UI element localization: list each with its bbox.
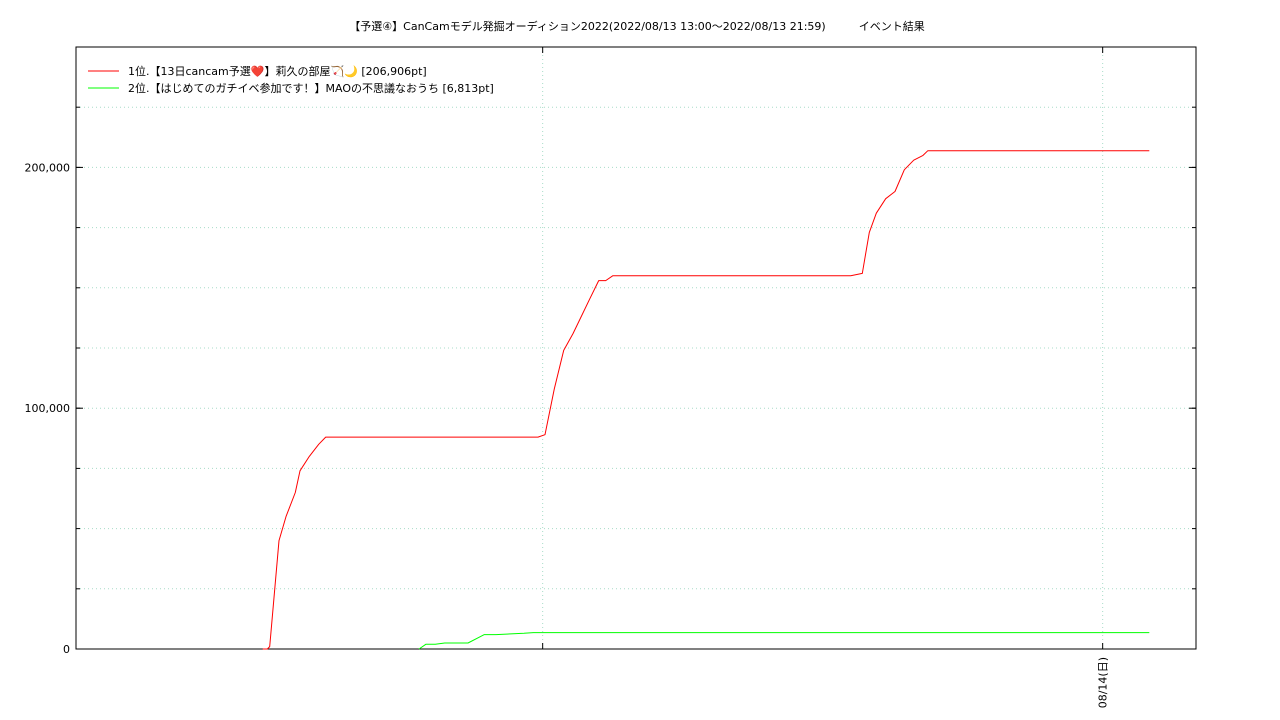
y-tick-label: 100,000: [25, 402, 71, 415]
legend-label-2: 2位.【はじめてのガチイベ参加です！】MAOの不思議なおうち [6,813pt]: [128, 81, 494, 95]
x-tick-label: 08/14(日): [1097, 657, 1110, 708]
chart-title: 【予選④】CanCamモデル発掘オーディション2022(2022/08/13 1…: [349, 19, 924, 33]
grid-lines: [76, 47, 1196, 649]
series-line-2: [418, 632, 1150, 650]
legend-label-1: 1位.【13日cancam予選❤️】莉久の部屋🏹🌙 [206,906pt]: [128, 64, 427, 78]
legend: 1位.【13日cancam予選❤️】莉久の部屋🏹🌙 [206,906pt] 2位.…: [88, 64, 494, 95]
series-lines: [262, 150, 1150, 650]
axis-ticks: 0 100,000 200,000 08/14(日): [25, 47, 1196, 708]
series-line-1: [262, 150, 1150, 650]
y-tick-label: 0: [63, 643, 70, 656]
y-tick-label: 200,000: [25, 161, 71, 174]
line-chart: 【予選④】CanCamモデル発掘オーディション2022(2022/08/13 1…: [25, 19, 1197, 708]
